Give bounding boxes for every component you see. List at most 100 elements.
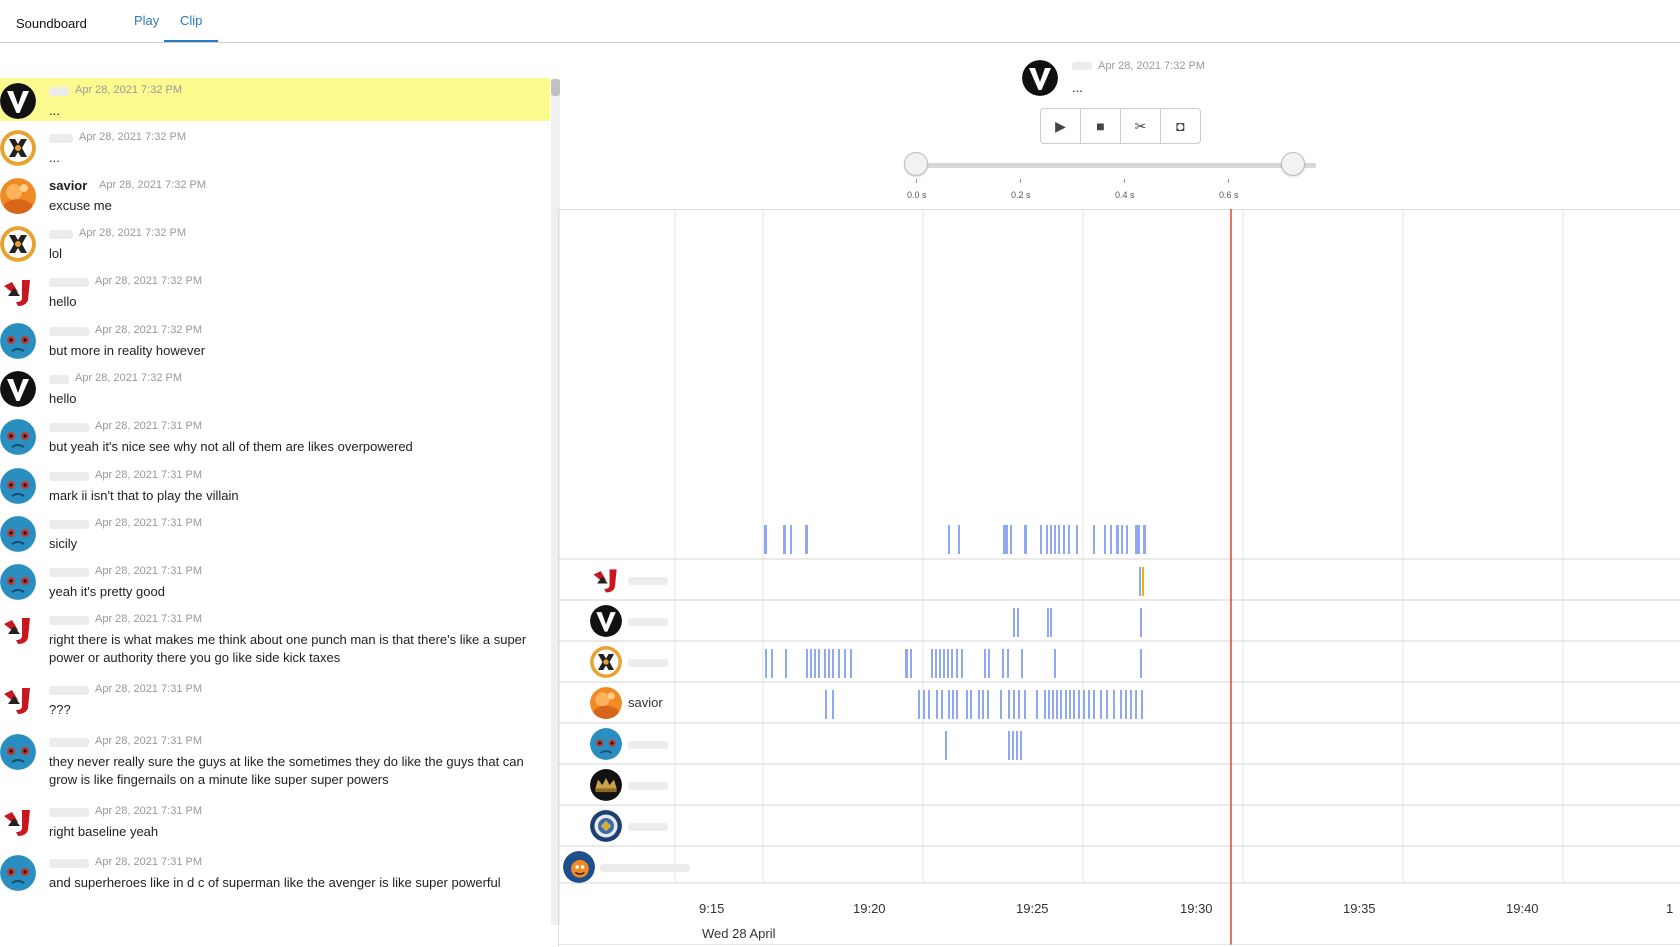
speech-segment bbox=[806, 649, 808, 678]
chat-message[interactable]: Apr 28, 2021 7:31 PM they never really su… bbox=[0, 729, 550, 799]
speech-segment bbox=[1069, 690, 1071, 719]
stop-icon: ■ bbox=[1096, 118, 1105, 134]
discord-button[interactable]: ◘ bbox=[1161, 109, 1200, 143]
speech-segment bbox=[832, 649, 834, 678]
message-author bbox=[49, 230, 73, 239]
chat-message[interactable]: Apr 28, 2021 7:32 PM lol bbox=[0, 221, 550, 269]
speech-segment bbox=[1000, 690, 1002, 719]
slider-tick-label: 0.6 s bbox=[1219, 190, 1239, 200]
message-timestamp: Apr 28, 2021 7:32 PM bbox=[99, 179, 207, 191]
clip-end-handle[interactable] bbox=[1281, 152, 1305, 176]
timeline-tick-label: 19:25 bbox=[1016, 901, 1049, 916]
speech-segment bbox=[1135, 525, 1138, 554]
play-button[interactable]: ▶ bbox=[1041, 109, 1081, 143]
orange-avatar-avatar-icon bbox=[0, 178, 36, 214]
speech-segment bbox=[1054, 525, 1056, 554]
blue-face-avatar-icon bbox=[0, 323, 36, 359]
chat-message[interactable]: Apr 28, 2021 7:32 PM... bbox=[0, 78, 550, 121]
chat-message[interactable]: Apr 28, 2021 7:31 PM right there is what … bbox=[0, 607, 550, 677]
timeline-tick-label: 19:20 bbox=[853, 901, 886, 916]
blue-face-avatar-icon bbox=[0, 734, 36, 770]
chat-message[interactable]: Apr 28, 2021 7:31 PM but yeah it's nice s… bbox=[0, 414, 550, 462]
chat-message[interactable]: Apr 28, 2021 7:31 PM sicily bbox=[0, 511, 550, 559]
timeline-tick-label: 19:30 bbox=[1180, 901, 1213, 916]
timeline-graph[interactable] bbox=[558, 209, 1680, 945]
speech-segment bbox=[1088, 690, 1090, 719]
speech-segment bbox=[956, 649, 958, 678]
slider-tick-label: 0.2 s bbox=[1011, 190, 1031, 200]
top-nav: Soundboard Play Clip bbox=[0, 0, 1680, 43]
stop-button[interactable]: ■ bbox=[1081, 109, 1121, 143]
timeline-row-name: savior bbox=[628, 695, 663, 710]
speech-segment bbox=[783, 525, 786, 554]
speech-segment bbox=[1008, 690, 1010, 719]
player-username bbox=[1072, 62, 1092, 70]
message-text: but more in reality however bbox=[49, 343, 206, 358]
chat-message[interactable]: Apr 28, 2021 7:31 PM yeah it's pretty goo… bbox=[0, 559, 550, 607]
speech-segment bbox=[1106, 690, 1108, 719]
speech-segment bbox=[905, 649, 908, 678]
message-text: ... bbox=[49, 150, 60, 165]
clip-start-handle[interactable] bbox=[904, 152, 928, 176]
speech-segment bbox=[966, 690, 968, 719]
message-author bbox=[49, 568, 89, 577]
speech-segment bbox=[1073, 690, 1075, 719]
speech-segment bbox=[970, 690, 972, 719]
speech-segment bbox=[1063, 525, 1065, 554]
speech-segment bbox=[918, 690, 920, 719]
blue-face-avatar-icon bbox=[0, 468, 36, 504]
chat-message[interactable]: Apr 28, 2021 7:32 PM... bbox=[0, 125, 550, 173]
speech-segment bbox=[1047, 608, 1049, 637]
speech-segment bbox=[832, 690, 834, 719]
timeline-row-name bbox=[600, 864, 690, 872]
timeline-row-name bbox=[628, 823, 668, 831]
chat-message[interactable]: savior Apr 28, 2021 7:32 PM excuse me bbox=[0, 173, 550, 221]
speech-segment bbox=[1046, 525, 1048, 554]
chat-message[interactable]: Apr 28, 2021 7:31 PM and superheroes like… bbox=[0, 850, 550, 898]
message-timestamp: Apr 28, 2021 7:31 PM bbox=[95, 565, 203, 577]
speech-segment bbox=[1104, 525, 1106, 554]
brand-soundboard[interactable]: Soundboard bbox=[0, 15, 103, 44]
speech-segment bbox=[948, 690, 950, 719]
chat-message[interactable]: Apr 28, 2021 7:31 PM??? bbox=[0, 677, 550, 729]
slider-tick bbox=[916, 179, 917, 183]
timeline-row-name bbox=[628, 659, 668, 667]
speech-segment bbox=[1013, 608, 1015, 637]
chat-message[interactable]: Apr 28, 2021 7:31 PM right baseline yeah bbox=[0, 799, 550, 850]
speech-segment bbox=[828, 649, 830, 678]
speech-segment bbox=[805, 525, 808, 554]
message-text: mark ii isn't that to play the villain bbox=[49, 488, 239, 503]
speech-segment bbox=[1083, 690, 1085, 719]
scissors-button[interactable]: ✂ bbox=[1121, 109, 1161, 143]
speech-segment bbox=[1013, 690, 1015, 719]
speech-segment bbox=[939, 649, 941, 678]
message-author bbox=[49, 87, 69, 96]
speech-segment bbox=[1056, 690, 1058, 719]
message-timestamp: Apr 28, 2021 7:32 PM bbox=[95, 324, 203, 336]
speech-segment bbox=[1010, 525, 1012, 554]
chat-message[interactable]: Apr 28, 2021 7:32 PM hello bbox=[0, 269, 550, 317]
speech-segment bbox=[988, 649, 990, 678]
speech-segment bbox=[947, 649, 949, 678]
scrollbar-thumb[interactable] bbox=[551, 79, 560, 96]
message-author bbox=[49, 375, 69, 384]
speech-segment bbox=[1002, 649, 1004, 678]
speech-segment bbox=[1135, 690, 1137, 719]
speech-segment bbox=[948, 525, 950, 554]
message-text: right baseline yeah bbox=[49, 824, 159, 839]
tab-clip[interactable]: Clip bbox=[164, 12, 219, 42]
speech-segment bbox=[1065, 690, 1067, 719]
slider-tick-label: 0.4 s bbox=[1115, 190, 1135, 200]
speech-segment bbox=[1120, 690, 1122, 719]
chat-message[interactable]: Apr 28, 2021 7:32 PM hello bbox=[0, 366, 550, 414]
chat-message[interactable]: Apr 28, 2021 7:32 PM but more in reality … bbox=[0, 318, 550, 366]
chat-message[interactable]: Apr 28, 2021 7:31 PM mark ii isn't that t… bbox=[0, 463, 550, 511]
message-text: lol bbox=[49, 246, 63, 261]
x-logo-avatar-icon bbox=[0, 130, 36, 166]
chat-list: Apr 28, 2021 7:32 PM... Apr 28, 2021 7:32… bbox=[0, 78, 552, 924]
speech-segment bbox=[1078, 690, 1080, 719]
speech-segment bbox=[1142, 567, 1144, 596]
speech-segment bbox=[1138, 525, 1140, 554]
cartoon-avatar-row-icon bbox=[563, 851, 595, 883]
clip-range-track[interactable] bbox=[916, 163, 1316, 168]
